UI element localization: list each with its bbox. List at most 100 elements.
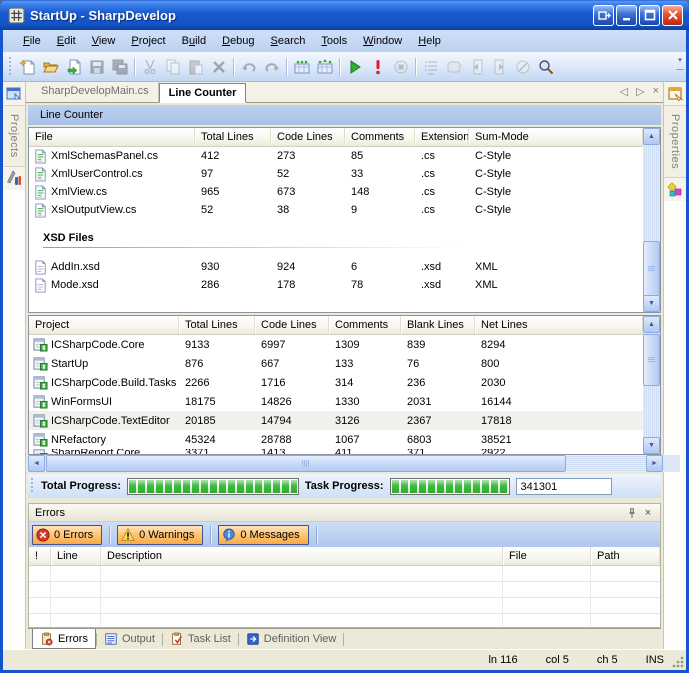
bookmark-next-icon[interactable] (488, 56, 511, 78)
project-row[interactable]: WinFormsUI 18175 14826 1330 2031 16144 (29, 392, 643, 411)
file-row[interactable]: XslOutputView.cs 52 38 9 .cs C-Style (29, 201, 643, 219)
minimize-button[interactable] (616, 5, 637, 26)
column-header[interactable]: Blank Lines (401, 316, 475, 334)
menu-item[interactable]: Tools (313, 32, 355, 50)
toolbar-button[interactable] (336, 56, 343, 78)
projects-pad-icon[interactable] (3, 82, 25, 106)
scroll-down-icon[interactable]: ▼ (643, 295, 660, 312)
maximize-button[interactable] (639, 5, 660, 26)
column-header[interactable]: Net Lines (475, 316, 643, 334)
toolbar-button[interactable] (230, 56, 237, 78)
toolbar-button[interactable] (412, 56, 419, 78)
menu-item[interactable]: Build (174, 32, 214, 50)
document-tab[interactable]: SharpDevelopMain.cs (32, 82, 159, 102)
undo-icon[interactable] (237, 56, 260, 78)
tools-pad-icon[interactable] (3, 166, 25, 190)
breakpoint-icon[interactable] (366, 56, 389, 78)
scroll-down-icon[interactable]: ▼ (643, 437, 660, 454)
copy-icon[interactable] (161, 56, 184, 78)
column-header[interactable]: Sum-Mode (469, 128, 643, 146)
pad-tab[interactable]: Definition View (239, 629, 344, 649)
column-header[interactable]: File (503, 547, 591, 565)
column-header[interactable]: Comments (329, 316, 401, 334)
search-icon[interactable] (534, 56, 557, 78)
menu-item[interactable]: Search (263, 32, 314, 50)
stop-icon[interactable] (389, 56, 412, 78)
bookmark-clear-icon[interactable] (511, 56, 534, 78)
cut-icon[interactable] (138, 56, 161, 78)
properties-pad-icon[interactable] (664, 82, 686, 106)
tab-close-icon[interactable]: × (653, 85, 659, 98)
files-vertical-scrollbar[interactable]: ▲ ▼ (643, 128, 660, 312)
pad-tab[interactable]: Errors (32, 629, 96, 649)
column-header[interactable]: Code Lines (255, 316, 329, 334)
menu-item[interactable]: Help (410, 32, 449, 50)
delete-icon[interactable] (207, 56, 230, 78)
project-row[interactable]: ICSharpCode.Build.Tasks 2266 1716 314 23… (29, 373, 643, 392)
scroll-up-icon[interactable]: ▲ (643, 316, 660, 333)
menu-item[interactable]: View (84, 32, 124, 50)
open-from-project-icon[interactable] (62, 56, 85, 78)
save-icon[interactable] (85, 56, 108, 78)
column-header[interactable]: ! (29, 547, 51, 565)
float-window-button[interactable] (593, 5, 614, 26)
run-icon[interactable] (343, 56, 366, 78)
file-row[interactable]: XmlSchemasPanel.cs 412 273 85 .cs C-Styl… (29, 147, 643, 165)
file-row[interactable]: Mode.xsd 286 178 78 .xsd XML (29, 276, 643, 294)
project-row[interactable]: NRefactory 45324 28788 1067 6803 38521 (29, 430, 643, 449)
tab-scroll-left-icon[interactable]: ◁ (620, 85, 628, 98)
project-row[interactable]: ICSharpCode.TextEditor 20185 14794 3126 … (29, 411, 643, 430)
redo-icon[interactable] (260, 56, 283, 78)
paste-icon[interactable] (184, 56, 207, 78)
scrollbar-thumb[interactable] (46, 455, 566, 472)
properties-pad-tab[interactable]: Properties (669, 114, 681, 169)
menu-item[interactable]: File (15, 32, 49, 50)
save-all-icon[interactable] (108, 56, 131, 78)
column-header[interactable]: Comments (345, 128, 415, 146)
open-file-icon[interactable] (39, 56, 62, 78)
close-panel-icon[interactable]: × (640, 506, 656, 520)
menu-item[interactable]: Window (355, 32, 410, 50)
nav-history-icon[interactable] (419, 56, 442, 78)
column-header[interactable]: Line (51, 547, 101, 565)
pad-tab[interactable]: Output (97, 629, 162, 649)
column-header[interactable]: File (29, 128, 195, 146)
bookmark-toggle-icon[interactable] (442, 56, 465, 78)
toolbar-button[interactable] (131, 56, 138, 78)
new-file-icon[interactable] (16, 56, 39, 78)
close-button[interactable] (662, 5, 683, 26)
scrollbar-thumb[interactable] (643, 241, 660, 296)
toolbox-pad-icon[interactable] (664, 177, 686, 201)
scroll-left-icon[interactable]: ◄ (28, 455, 45, 472)
progress-toolbar-grip[interactable] (30, 478, 35, 494)
scroll-right-icon[interactable]: ► (646, 455, 663, 472)
column-header[interactable]: Project (29, 316, 179, 334)
resize-grip[interactable] (672, 656, 684, 668)
scrollbar-thumb[interactable] (643, 334, 660, 386)
project-row[interactable]: ICSharpCode.Core 9133 6997 1309 839 8294 (29, 335, 643, 354)
column-header[interactable]: Total Lines (195, 128, 271, 146)
projects-vertical-scrollbar[interactable]: ▲ ▼ (643, 316, 660, 454)
file-row[interactable]: XmlUserControl.cs 97 52 33 .cs C-Style (29, 165, 643, 183)
projects-horizontal-scrollbar[interactable]: ◄ ► (28, 455, 680, 472)
build-icon[interactable] (290, 56, 313, 78)
bookmark-prev-icon[interactable] (465, 56, 488, 78)
column-header[interactable]: Description (101, 547, 503, 565)
menu-item[interactable]: Edit (49, 32, 84, 50)
menu-item[interactable]: Project (123, 32, 173, 50)
pin-icon[interactable] (624, 506, 640, 520)
toolbar-overflow-chevron[interactable]: ▾— (675, 56, 685, 78)
filter-toggle-button[interactable]: 0 Warnings (117, 525, 203, 545)
filter-toggle-button[interactable]: 0 Messages (218, 525, 308, 545)
column-header[interactable]: Extension (415, 128, 469, 146)
column-header[interactable]: Path (591, 547, 660, 565)
file-row[interactable]: XmlView.cs 965 673 148 .cs C-Style (29, 183, 643, 201)
menu-item[interactable]: Debug (214, 32, 262, 50)
build-all-icon[interactable] (313, 56, 336, 78)
filter-toggle-button[interactable]: 0 Errors (32, 525, 102, 545)
tab-scroll-right-icon[interactable]: ▷ (636, 85, 644, 98)
file-row[interactable]: AddIn.xsd 930 924 6 .xsd XML (29, 258, 643, 276)
project-row[interactable]: StartUp 876 667 133 76 800 (29, 354, 643, 373)
document-tab[interactable]: Line Counter (159, 83, 247, 103)
projects-pad-tab[interactable]: Projects (8, 114, 20, 158)
